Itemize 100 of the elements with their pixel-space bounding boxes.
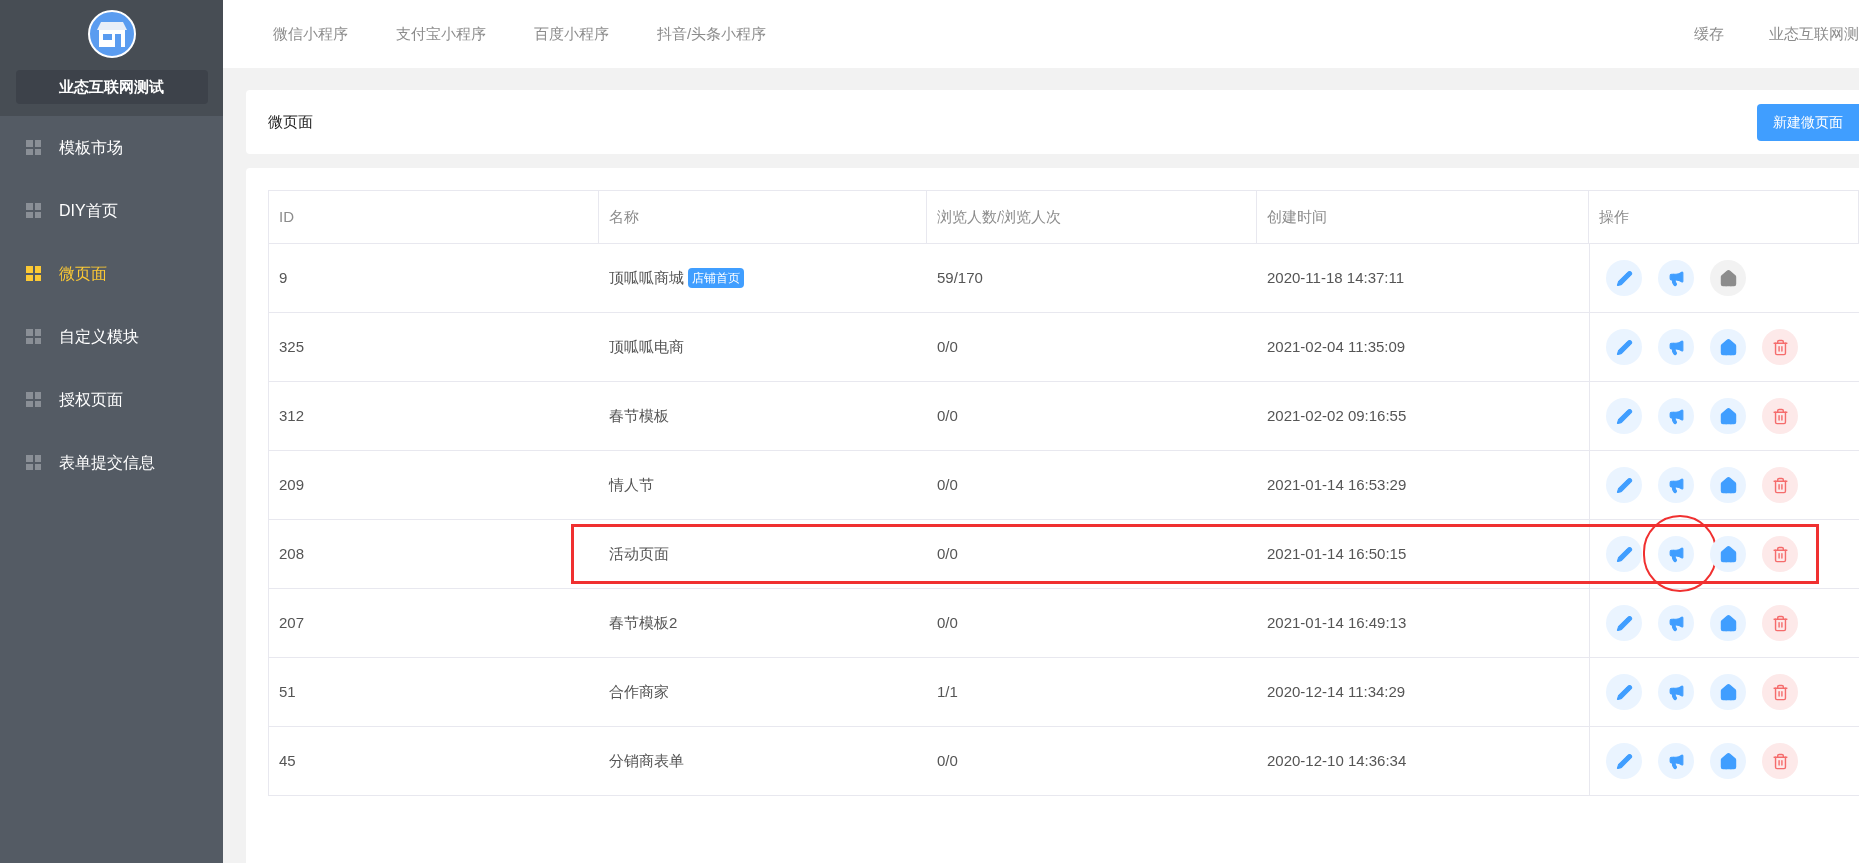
page-name: 分销商表单 xyxy=(609,750,684,771)
home-button[interactable] xyxy=(1710,467,1746,503)
pencil-icon xyxy=(1615,683,1633,701)
nav-link[interactable]: 缓存 xyxy=(1694,22,1724,46)
delete-button[interactable] xyxy=(1762,743,1798,779)
table-cell-text: 2021-02-04 11:35:09 xyxy=(1266,336,1407,357)
edit-button[interactable] xyxy=(1606,329,1642,365)
pencil-icon xyxy=(1615,407,1633,425)
sidebar-item[interactable]: 授权页面 xyxy=(0,368,223,431)
table-cell-text: 2020-12-10 14:36:34 xyxy=(1266,750,1408,771)
table-cell-text: 2020-12-14 11:34:29 xyxy=(1266,681,1407,702)
table-cell-text: 325 xyxy=(278,336,306,357)
trash-icon xyxy=(1771,545,1789,563)
page-name: 春节模板2 xyxy=(609,612,678,633)
table-cell-text: 2021-01-14 16:49:13 xyxy=(1266,612,1408,633)
new-page-button[interactable]: 新建微页面 xyxy=(1757,103,1859,141)
nav-tab[interactable]: 抖音/头条小程序 xyxy=(657,22,767,46)
trash-icon xyxy=(1771,614,1789,632)
house-icon xyxy=(1718,682,1738,702)
home-button[interactable] xyxy=(1710,398,1746,434)
edit-button[interactable] xyxy=(1606,467,1642,503)
column-header: 操作 xyxy=(1589,191,1859,243)
pencil-icon xyxy=(1615,269,1633,287)
table-cell-text: 2021-02-02 09:16:55 xyxy=(1266,405,1408,426)
edit-button[interactable] xyxy=(1606,398,1642,434)
house-icon xyxy=(1718,406,1738,426)
delete-button[interactable] xyxy=(1762,398,1798,434)
table-cell-text: 208 xyxy=(278,543,306,564)
trash-icon xyxy=(1771,752,1789,770)
edit-button[interactable] xyxy=(1606,605,1642,641)
page-name: 合作商家 xyxy=(609,681,669,702)
house-icon xyxy=(1718,751,1738,771)
grid-icon xyxy=(26,392,41,407)
megaphone-button[interactable] xyxy=(1658,743,1694,779)
megaphone-button[interactable] xyxy=(1658,260,1694,296)
table-cell-text: 0/0 xyxy=(936,474,959,495)
pencil-icon xyxy=(1615,545,1633,563)
home-button[interactable] xyxy=(1710,605,1746,641)
table-cell-text: 51 xyxy=(278,681,297,702)
megaphone-icon xyxy=(1667,338,1685,356)
page-title: 微页面 xyxy=(268,111,313,132)
page-name: 顶呱呱电商 xyxy=(609,336,684,357)
delete-button[interactable] xyxy=(1762,467,1798,503)
megaphone-icon xyxy=(1667,476,1685,494)
nav-tab[interactable]: 支付宝小程序 xyxy=(396,22,486,46)
megaphone-icon xyxy=(1667,545,1685,563)
sidebar-item[interactable]: DIY首页 xyxy=(0,179,223,242)
grid-icon xyxy=(26,329,41,344)
sidebar-item[interactable]: 微页面 xyxy=(0,242,223,305)
delete-button[interactable] xyxy=(1762,329,1798,365)
megaphone-icon xyxy=(1667,407,1685,425)
house-icon xyxy=(1718,613,1738,633)
table-cell-text: 0/0 xyxy=(936,750,959,771)
megaphone-button[interactable] xyxy=(1658,536,1694,572)
megaphone-icon xyxy=(1667,269,1685,287)
delete-button[interactable] xyxy=(1762,536,1798,572)
grid-icon xyxy=(26,266,41,281)
table-cell-text: 0/0 xyxy=(936,336,959,357)
grid-icon xyxy=(26,140,41,155)
pencil-icon xyxy=(1615,476,1633,494)
megaphone-button[interactable] xyxy=(1658,329,1694,365)
nav-tab[interactable]: 百度小程序 xyxy=(534,22,609,46)
edit-button[interactable] xyxy=(1606,536,1642,572)
megaphone-button[interactable] xyxy=(1658,467,1694,503)
grid-icon xyxy=(26,455,41,470)
delete-button[interactable] xyxy=(1762,674,1798,710)
home-button[interactable] xyxy=(1710,536,1746,572)
column-header: 创建时间 xyxy=(1257,191,1589,243)
house-icon xyxy=(1718,475,1738,495)
home-button[interactable] xyxy=(1710,329,1746,365)
table-cell-text: 2021-01-14 16:50:15 xyxy=(1266,543,1408,564)
trash-icon xyxy=(1771,683,1789,701)
home-button[interactable] xyxy=(1710,674,1746,710)
column-header: 浏览人数/浏览人次 xyxy=(927,191,1257,243)
home-button[interactable] xyxy=(1710,260,1746,296)
megaphone-button[interactable] xyxy=(1658,398,1694,434)
page-name: 活动页面 xyxy=(609,543,669,564)
column-header: ID xyxy=(269,191,599,243)
edit-button[interactable] xyxy=(1606,260,1642,296)
edit-button[interactable] xyxy=(1606,743,1642,779)
sidebar-item[interactable]: 表单提交信息 xyxy=(0,431,223,494)
column-header: 名称 xyxy=(599,191,927,243)
pencil-icon xyxy=(1615,338,1633,356)
table-cell-text: 0/0 xyxy=(936,612,959,633)
pencil-icon xyxy=(1615,752,1633,770)
edit-button[interactable] xyxy=(1606,674,1642,710)
home-button[interactable] xyxy=(1710,743,1746,779)
grid-icon xyxy=(26,203,41,218)
table-cell-text: 209 xyxy=(278,474,306,495)
nav-link[interactable]: 业态互联网测 xyxy=(1769,22,1859,46)
megaphone-button[interactable] xyxy=(1658,605,1694,641)
sidebar-item[interactable]: 自定义模块 xyxy=(0,305,223,368)
delete-button[interactable] xyxy=(1762,605,1798,641)
house-icon xyxy=(1718,544,1738,564)
trash-icon xyxy=(1771,476,1789,494)
trash-icon xyxy=(1771,407,1789,425)
nav-tab[interactable]: 微信小程序 xyxy=(273,22,348,46)
page-name: 春节模板 xyxy=(609,405,669,426)
sidebar-item[interactable]: 模板市场 xyxy=(0,116,223,179)
megaphone-button[interactable] xyxy=(1658,674,1694,710)
